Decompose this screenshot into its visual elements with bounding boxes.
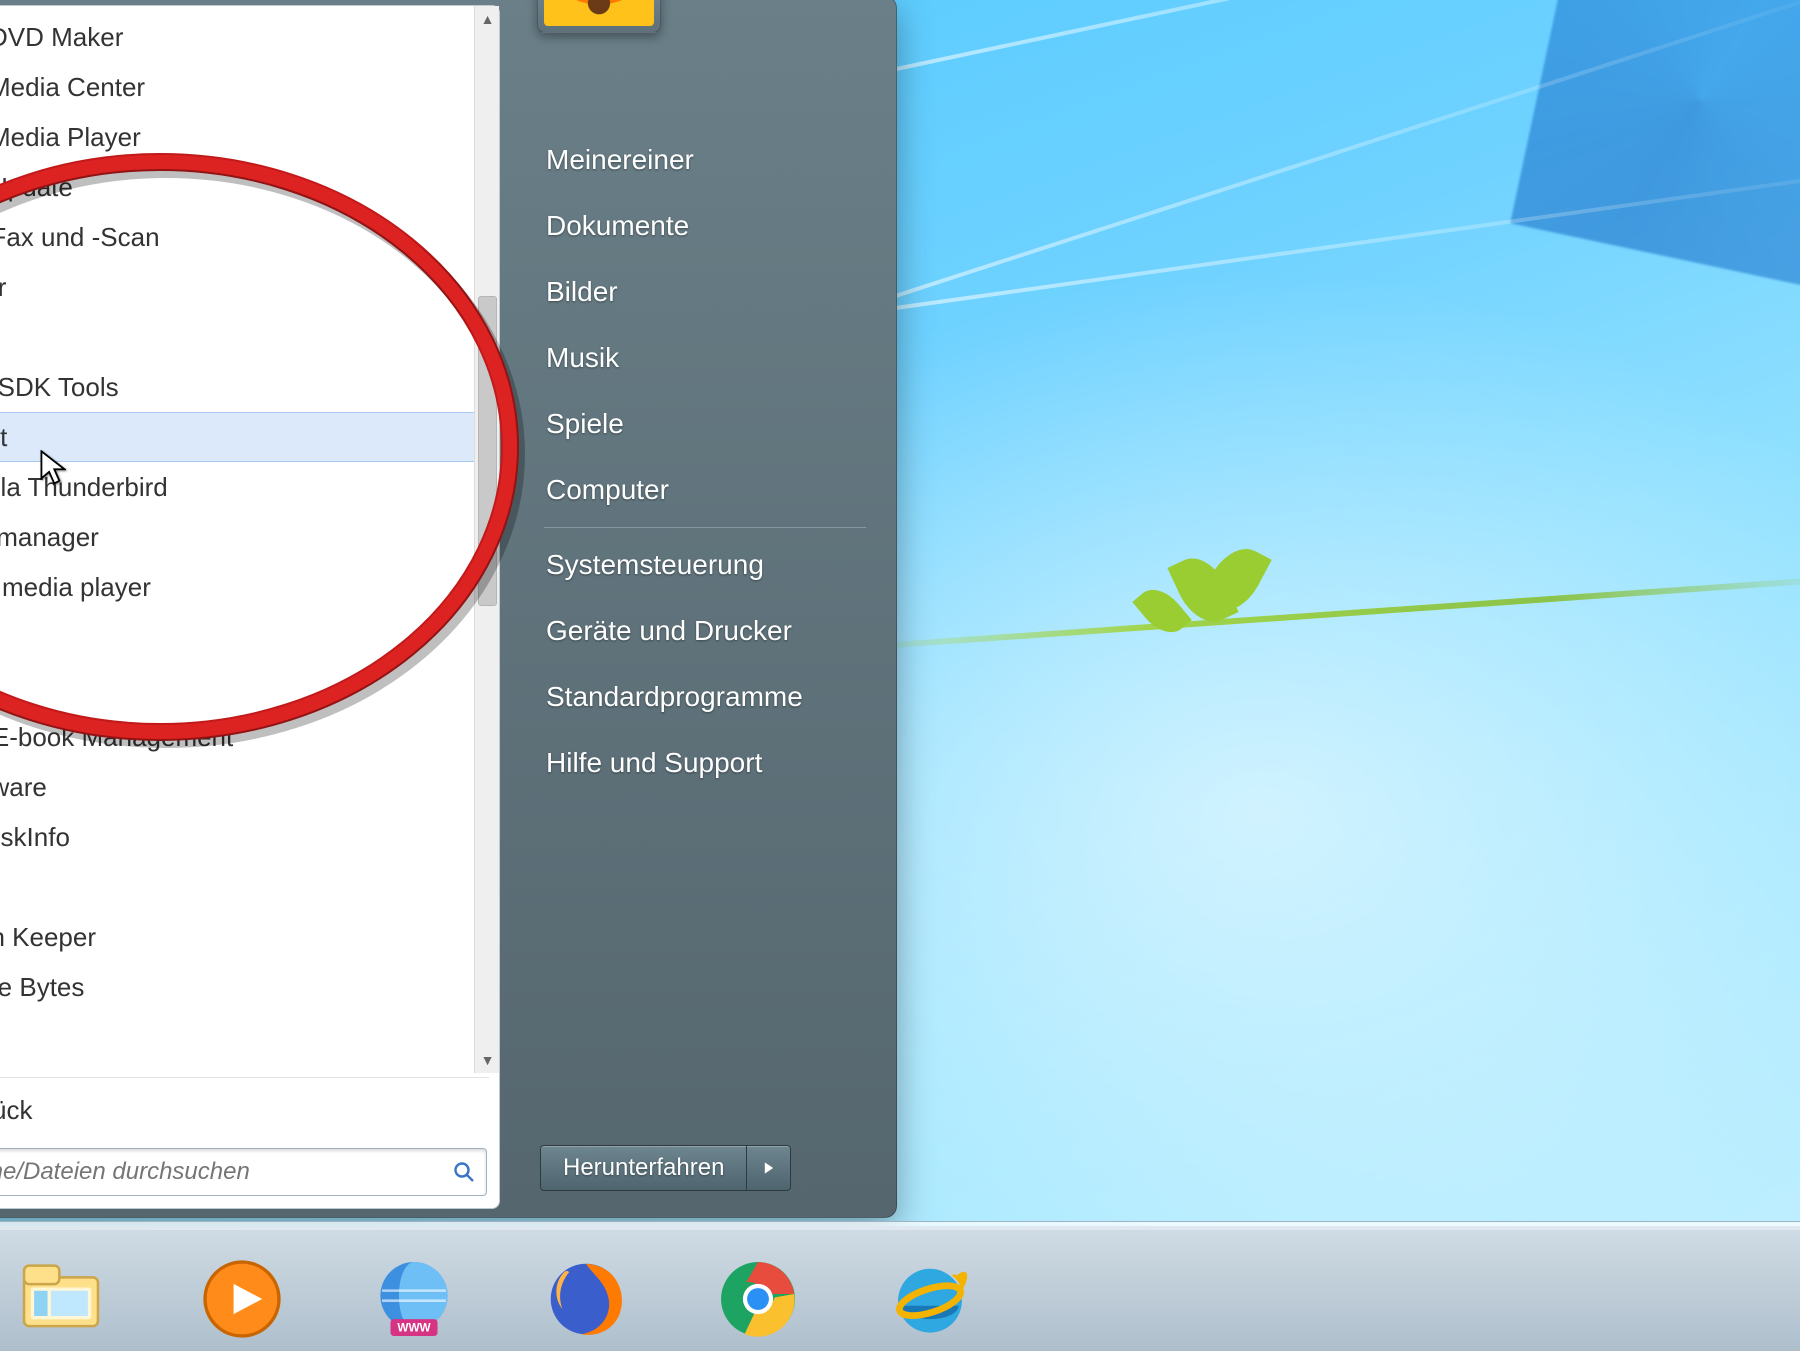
taskbar-app-chrome[interactable] [712,1253,804,1345]
program-item[interactable]: ws Media Center [0,62,495,112]
right-pane-item[interactable]: Bilder [540,259,870,325]
scrollbar-track[interactable]: ▲ ▼ [474,6,499,1073]
program-item[interactable]: ws Media Player [0,112,495,162]
program-list-viewport: ws DVD Maker ws Media Center ws Media Play… [0,6,499,1073]
program-item-label: ws Media Center [0,72,145,103]
program-item[interactable]: C media player [0,562,495,612]
program-list[interactable]: ws DVD Maker ws Media Center ws Media Play… [0,6,499,1012]
search-input[interactable] [0,1158,486,1186]
wallpaper-stem [851,575,1800,651]
right-pane-item[interactable]: Computer [540,457,870,523]
program-item-label: ws Update [0,172,73,203]
wallpaper-accent [1510,0,1800,290]
back-button[interactable]: ◄ ück [0,1082,499,1138]
right-pane-item[interactable]: Standardprogramme [540,664,870,730]
scrollbar-up-button[interactable]: ▲ [475,6,499,32]
back-label: ück [0,1095,32,1126]
program-item[interactable]: tzmanager [0,512,495,562]
program-item-label: DiskInfo [0,822,70,853]
shutdown-button[interactable]: Herunterfahren [540,1145,747,1191]
program-item-label: d SDK Tools [0,372,119,403]
taskbar-app-media-player[interactable] [196,1253,288,1345]
search-icon [452,1160,476,1184]
program-item-label: tzmanager [0,522,99,553]
program-item-label: on Keeper [0,922,96,953]
scrollbar-thumb[interactable] [478,296,497,606]
program-item[interactable] [0,612,495,662]
right-pane-item[interactable]: Musik [540,325,870,391]
program-item[interactable]: - E-book Management [0,712,495,762]
program-item-label: ute Bytes [0,972,84,1003]
taskbar-app-browser[interactable]: WWW [368,1253,460,1345]
right-pane-item[interactable]: Geräte und Drucker [540,598,870,664]
search-row [0,1138,499,1208]
shutdown-split-button: Herunterfahren [540,1145,791,1191]
right-pane-separator [544,527,866,528]
program-item[interactable]: zilla Thunderbird [0,462,495,512]
program-item[interactable] [0,862,495,912]
taskbar-app-internet-explorer[interactable] [884,1253,976,1345]
program-item[interactable]: d SDK Tools [0,362,495,412]
program-item[interactable]: ws DVD Maker [0,12,495,62]
taskbar-app-firefox[interactable] [540,1253,632,1345]
start-menu: ws DVD Maker ws Media Center ws Media Play… [0,0,897,1218]
program-item-label: ewer [0,272,6,303]
scrollbar-down-button[interactable]: ▼ [475,1047,499,1073]
program-item-label: ws-Fax und -Scan [0,222,160,253]
program-item[interactable]: DiskInfo [0,812,495,862]
start-menu-right-pane: Meinereiner DokumenteBilderMusikSpieleCo… [500,0,896,1217]
program-item[interactable] [0,662,495,712]
right-pane-item[interactable]: Dokumente [540,193,870,259]
program-item[interactable]: aware [0,762,495,812]
program-item-label: ws DVD Maker [0,22,123,53]
program-item[interactable]: ewer [0,262,495,312]
desktop-wallpaper: ws DVD Maker ws Media Center ws Media Play… [0,0,1800,1351]
program-item-label: zilla Thunderbird [0,472,168,503]
svg-text:WWW: WWW [397,1322,431,1335]
program-item[interactable]: ute Bytes [0,962,495,1012]
program-item[interactable]: ws-Fax und -Scan [0,212,495,262]
program-item-label: ws Media Player [0,122,141,153]
user-avatar-frame[interactable] [537,0,661,33]
program-item-label: C media player [0,572,151,603]
right-pane-item[interactable]: Hilfe und Support [540,730,870,796]
program-item-label: aware [0,772,47,803]
program-item[interactable] [0,312,495,362]
program-item[interactable]: on Keeper [0,912,495,962]
program-item[interactable]: ws Update [0,162,495,212]
right-pane-item[interactable]: Systemsteuerung [540,532,870,598]
taskbar-app-explorer[interactable] [6,1245,116,1345]
divider [0,1077,489,1078]
search-box[interactable] [0,1148,487,1196]
program-item-label: art [0,422,7,453]
shutdown-options-button[interactable] [747,1145,791,1191]
right-pane-item[interactable]: Spiele [540,391,870,457]
right-pane-user[interactable]: Meinereiner [540,127,870,193]
user-avatar [544,0,654,26]
program-item-selected[interactable]: art [0,412,495,462]
taskbar: WWW [0,1221,1800,1351]
start-menu-left-pane: ws DVD Maker ws Media Center ws Media Play… [0,5,500,1209]
program-item-label: - E-book Management [0,722,233,753]
